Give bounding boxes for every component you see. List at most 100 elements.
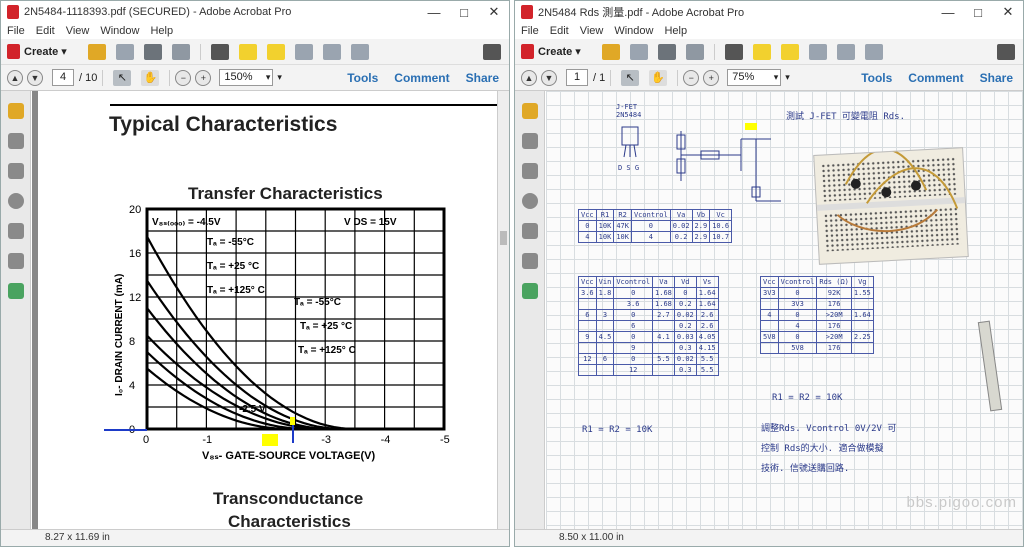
bookmarks-icon[interactable] [522, 163, 538, 179]
table-cell: 4.05 [695, 331, 719, 343]
save-icon[interactable] [629, 43, 648, 60]
menu-view[interactable]: View [66, 25, 90, 37]
page-thumbnails-icon[interactable] [522, 133, 538, 149]
menu-help[interactable]: Help [150, 25, 173, 37]
table-cell: 4 [630, 231, 671, 243]
next-page-icon[interactable]: ▼ [541, 69, 557, 86]
menu-file[interactable]: File [521, 25, 539, 37]
tools-tab[interactable]: Tools [861, 71, 892, 85]
scroll-thumb[interactable] [500, 231, 507, 245]
layers-icon[interactable] [8, 193, 24, 209]
page-number-input[interactable]: 4 [52, 69, 74, 86]
tag-icon[interactable] [8, 283, 24, 299]
hand-tool-icon[interactable]: ✋ [141, 69, 160, 86]
pin-labels: D S G [618, 164, 640, 172]
toolbar-options-icon[interactable]: ▾ [277, 72, 282, 83]
lock-icon[interactable] [522, 103, 538, 119]
vertical-scrollbar[interactable] [497, 91, 509, 531]
signatures-icon[interactable] [8, 253, 24, 269]
minimize-button[interactable]: — [933, 5, 963, 20]
table-cell: 4 [777, 320, 818, 332]
share-tab[interactable]: Share [466, 71, 499, 85]
title-bar: 2N5484 Rds 測量.pdf - Adobe Acrobat Pro — … [515, 1, 1023, 23]
maximize-button[interactable]: □ [963, 5, 993, 20]
menu-file[interactable]: File [7, 25, 25, 37]
menu-edit[interactable]: Edit [36, 25, 55, 37]
zoom-select[interactable]: 150% [219, 69, 274, 86]
toolbar-separator [102, 69, 104, 86]
table-row: 4 176 [760, 320, 874, 332]
tag-icon[interactable] [522, 283, 538, 299]
close-button[interactable]: ✕ [993, 4, 1023, 20]
document-export-icon[interactable] [836, 43, 855, 60]
layers-icon[interactable] [522, 193, 538, 209]
table-cell: 0 [613, 353, 654, 365]
zoom-in-icon[interactable]: + [195, 69, 212, 86]
zoom-select[interactable]: 75% [727, 69, 782, 86]
table-cell [760, 320, 779, 332]
toolbar-separator [677, 69, 679, 86]
signatures-icon[interactable] [522, 253, 538, 269]
navigation-pane [515, 91, 545, 531]
zoom-out-icon[interactable]: − [683, 69, 700, 86]
navigation-pane [1, 91, 31, 531]
previous-page-icon[interactable]: ▲ [7, 69, 23, 86]
minimize-button[interactable]: — [419, 5, 449, 20]
page-thumbnails-icon[interactable] [8, 133, 24, 149]
hand-tool-icon[interactable]: ✋ [649, 69, 668, 86]
attachments-icon[interactable] [8, 223, 24, 239]
comment-bubble-icon[interactable] [238, 43, 257, 60]
create-button[interactable]: Create ▾ [521, 44, 581, 59]
document-share-icon[interactable] [864, 43, 883, 60]
attachments-icon[interactable] [522, 223, 538, 239]
menu-edit[interactable]: Edit [550, 25, 569, 37]
page-number-input[interactable]: 1 [566, 69, 588, 86]
document-view[interactable]: 測試 J-FET 可變電阻 Rds. J-FET 2N5484 D S G Vc… [546, 91, 1023, 531]
open-folder-icon[interactable] [601, 43, 620, 60]
table-cell: 176 [816, 298, 852, 310]
print-icon[interactable] [143, 43, 162, 60]
tools-tab[interactable]: Tools [347, 71, 378, 85]
menu-view[interactable]: View [580, 25, 604, 37]
bookmarks-icon[interactable] [8, 163, 24, 179]
table-cell: 12 [578, 353, 597, 365]
email-icon[interactable] [171, 43, 190, 60]
toolbar-options-icon[interactable]: ▾ [785, 72, 790, 83]
document-sign-icon[interactable] [808, 43, 827, 60]
maximize-button[interactable]: □ [449, 5, 479, 20]
select-cursor-icon[interactable]: ↖ [621, 69, 640, 86]
menu-window[interactable]: Window [100, 25, 139, 37]
create-button[interactable]: Create ▾ [7, 44, 67, 59]
status-bar: 8.27 x 11.69 in [1, 529, 509, 546]
zoom-in-icon[interactable]: + [703, 69, 720, 86]
settings-gear-icon[interactable] [724, 43, 743, 60]
document-view[interactable]: Typical Characteristics Transfer Charact… [32, 91, 497, 531]
settings-gear-icon[interactable] [210, 43, 229, 60]
comment-bubble-icon[interactable] [752, 43, 771, 60]
comment-tab[interactable]: Comment [394, 71, 449, 85]
part-label: J-FET 2N5484 [616, 103, 642, 119]
fullscreen-expand-icon[interactable] [483, 43, 501, 60]
highlight-pen-icon[interactable] [780, 43, 799, 60]
table-row: 6 0.2 2.6 [578, 320, 719, 332]
previous-page-icon[interactable]: ▲ [521, 69, 537, 86]
open-folder-icon[interactable] [87, 43, 106, 60]
document-share-icon[interactable] [350, 43, 369, 60]
close-button[interactable]: ✕ [479, 4, 509, 20]
page-total: / 10 [79, 71, 98, 84]
menu-help[interactable]: Help [664, 25, 687, 37]
email-icon[interactable] [685, 43, 704, 60]
highlight-pen-icon[interactable] [266, 43, 285, 60]
comment-tab[interactable]: Comment [908, 71, 963, 85]
save-icon[interactable] [115, 43, 134, 60]
document-export-icon[interactable] [322, 43, 341, 60]
select-cursor-icon[interactable]: ↖ [113, 69, 132, 86]
next-page-icon[interactable]: ▼ [27, 69, 43, 86]
document-sign-icon[interactable] [294, 43, 313, 60]
menu-window[interactable]: Window [614, 25, 653, 37]
lock-icon[interactable] [8, 103, 24, 119]
print-icon[interactable] [657, 43, 676, 60]
share-tab[interactable]: Share [980, 71, 1013, 85]
fullscreen-expand-icon[interactable] [997, 43, 1015, 60]
zoom-out-icon[interactable]: − [175, 69, 192, 86]
